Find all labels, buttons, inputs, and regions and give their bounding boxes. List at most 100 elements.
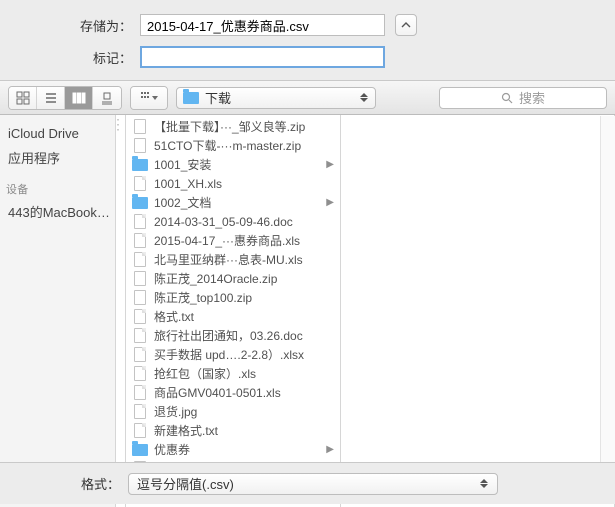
folder-icon — [132, 157, 148, 173]
file-name: 商品GMV0401-0501.xls — [154, 384, 334, 401]
file-row[interactable]: 格式.txt — [126, 307, 340, 326]
chevron-right-icon: ▶ — [326, 197, 334, 208]
file-name: 2014-03-31_05-09-46.doc — [154, 215, 334, 229]
file-name: 1002_文档 — [154, 194, 320, 211]
document-icon — [132, 385, 148, 401]
folder-icon — [132, 442, 148, 458]
chevron-up-icon — [401, 20, 411, 30]
file-name: 陈正茂_2014Oracle.zip — [154, 270, 334, 287]
folder-icon — [132, 195, 148, 211]
updown-icon — [479, 479, 489, 488]
save-as-input[interactable] — [140, 14, 385, 36]
document-icon — [132, 347, 148, 363]
sidebar-section-devices: 设备 — [0, 179, 115, 199]
document-icon — [132, 423, 148, 439]
file-name: 格式.txt — [154, 308, 334, 325]
sidebar: iCloud Drive应用程序 设备 443的MacBook… — [0, 115, 116, 507]
file-row[interactable]: 1002_文档 ▶ — [126, 193, 340, 212]
file-name: 51CTO下载-···m-master.zip — [154, 137, 334, 154]
column-view-button[interactable] — [65, 87, 93, 109]
overflow-indicator: ⋮ — [116, 119, 125, 129]
browser-toolbar: 下载 搜索 — [0, 81, 615, 115]
coverflow-view-button[interactable] — [93, 87, 121, 109]
file-row[interactable]: 2015-04-17_···惠券商品.xls — [126, 231, 340, 250]
sidebar-device-item[interactable]: 443的MacBook… — [0, 199, 115, 223]
search-icon — [501, 92, 513, 104]
file-name: 抢红包（国家）.xls — [154, 365, 334, 382]
format-popup[interactable]: 逗号分隔值(.csv) — [128, 473, 498, 495]
updown-icon — [359, 93, 369, 102]
view-mode-group — [8, 86, 122, 110]
format-label: 格式： — [0, 474, 128, 493]
format-value: 逗号分隔值(.csv) — [137, 474, 234, 493]
file-row[interactable]: 北马里亚纳群···息表-MU.xls — [126, 250, 340, 269]
sidebar-item[interactable]: 应用程序 — [0, 145, 115, 169]
document-icon — [132, 176, 148, 192]
file-row[interactable]: 退货.jpg — [126, 402, 340, 421]
chevron-right-icon: ▶ — [326, 159, 334, 170]
file-row[interactable]: 陈正茂_top100.zip — [126, 288, 340, 307]
file-row[interactable]: 51CTO下载-···m-master.zip — [126, 136, 340, 155]
file-name: 旅行社出团通知，03.26.doc — [154, 327, 334, 344]
file-row[interactable]: 旅行社出团通知，03.26.doc — [126, 326, 340, 345]
document-icon — [132, 233, 148, 249]
file-column[interactable]: 【批量下载】···_邹义良等.zip 51CTO下载-···m-master.zi… — [126, 115, 341, 507]
file-row[interactable]: 商品GMV0401-0501.xls — [126, 383, 340, 402]
format-bar: 格式： 逗号分隔值(.csv) — [0, 462, 615, 504]
browser-body: iCloud Drive应用程序 设备 443的MacBook… ⋮ 【批量下载… — [0, 115, 615, 507]
sidebar-item[interactable]: iCloud Drive — [0, 121, 115, 145]
save-panel: 存储为： 标记： — [0, 0, 615, 81]
save-as-label: 存储为： — [0, 16, 140, 35]
file-row[interactable]: 新建格式.txt — [126, 421, 340, 440]
file-row[interactable]: 1001_安装 ▶ — [126, 155, 340, 174]
location-popup[interactable]: 下载 — [176, 87, 376, 109]
save-as-row: 存储为： — [0, 14, 615, 36]
file-name: 退货.jpg — [154, 403, 334, 420]
file-name: 陈正茂_top100.zip — [154, 289, 334, 306]
file-row[interactable]: 买手数据 upd….2-2.8）.xlsx — [126, 345, 340, 364]
file-row[interactable]: 优惠券▶ — [126, 440, 340, 459]
list-icon — [44, 91, 58, 105]
icon-view-button[interactable] — [9, 87, 37, 109]
archive-icon — [132, 138, 148, 154]
arrange-group — [130, 86, 168, 110]
document-icon — [132, 366, 148, 382]
archive-icon — [132, 271, 148, 287]
search-field[interactable]: 搜索 — [439, 87, 607, 109]
document-icon — [132, 309, 148, 325]
scrollbar[interactable] — [600, 116, 615, 462]
file-row[interactable]: 2014-03-31_05-09-46.doc — [126, 212, 340, 231]
document-icon — [132, 252, 148, 268]
archive-icon — [132, 119, 148, 135]
file-name: 新建格式.txt — [154, 422, 334, 439]
document-icon — [132, 404, 148, 420]
search-placeholder: 搜索 — [519, 88, 545, 107]
file-row[interactable]: 1001_XH.xls — [126, 174, 340, 193]
column-parent: ⋮ — [116, 115, 126, 507]
columns-icon — [72, 91, 86, 105]
arrange-button[interactable] — [131, 87, 167, 109]
file-name: 1001_XH.xls — [154, 177, 334, 191]
archive-icon — [132, 290, 148, 306]
file-name: 北马里亚纳群···息表-MU.xls — [154, 251, 334, 268]
file-name: 【批量下载】···_邹义良等.zip — [154, 118, 334, 135]
file-name: 买手数据 upd….2-2.8）.xlsx — [154, 346, 334, 363]
file-name: 2015-04-17_···惠券商品.xls — [154, 232, 334, 249]
preview-column — [341, 115, 615, 507]
expand-toggle-button[interactable] — [395, 14, 417, 36]
file-row[interactable]: 抢红包（国家）.xls — [126, 364, 340, 383]
chevron-right-icon: ▶ — [326, 444, 334, 455]
file-row[interactable]: 陈正茂_2014Oracle.zip — [126, 269, 340, 288]
file-row[interactable]: 【批量下载】···_邹义良等.zip — [126, 117, 340, 136]
document-icon — [132, 214, 148, 230]
document-icon — [132, 328, 148, 344]
coverflow-icon — [100, 91, 114, 105]
arrange-icon — [140, 91, 158, 105]
grid-icon — [16, 91, 30, 105]
file-name: 1001_安装 — [154, 156, 320, 173]
folder-icon — [183, 92, 199, 104]
list-view-button[interactable] — [37, 87, 65, 109]
tags-label: 标记： — [0, 48, 140, 67]
tags-input[interactable] — [140, 46, 385, 68]
tags-row: 标记： — [0, 46, 615, 68]
